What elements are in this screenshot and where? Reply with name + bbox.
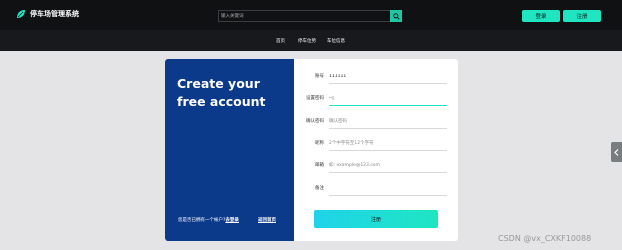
already-text: 您是否已拥有一个帐户? <box>178 218 226 223</box>
nav-item-spot-info[interactable]: 车位信息 <box>327 38 345 44</box>
form-row-password: 设置密码 <box>294 88 458 110</box>
register-card: Create your free account 您是否已拥有一个帐户?去登录 … <box>165 59 458 241</box>
nickname-input[interactable] <box>329 136 447 151</box>
headline: Create your free account <box>177 76 266 109</box>
remark-label: 备注 <box>315 186 324 191</box>
card-left-panel: Create your free account 您是否已拥有一个帐户?去登录 … <box>165 59 294 241</box>
login-button[interactable]: 登录 <box>522 10 560 22</box>
login-link[interactable]: 去登录 <box>225 218 239 223</box>
search-input[interactable] <box>221 12 389 21</box>
password-label: 设置密码 <box>306 96 324 101</box>
nav-bar: 首页 停车位势 车位信息 <box>0 30 622 51</box>
nickname-label: 昵称 <box>315 141 324 146</box>
form-row-account: 账号 <box>294 66 458 88</box>
side-collapse-tab[interactable] <box>611 142 622 162</box>
chevron-left-icon <box>614 148 619 156</box>
password-input[interactable] <box>329 91 447 106</box>
leaf-icon <box>17 10 25 18</box>
form-row-email: 邮箱 <box>294 155 458 177</box>
back-home-link[interactable]: 返回首页 <box>258 217 276 223</box>
nav-item-home[interactable]: 首页 <box>276 38 285 44</box>
account-label: 账号 <box>315 74 324 79</box>
watermark: CSDN @vx_CXKF10088 <box>498 234 592 243</box>
nav-item-parking[interactable]: 停车位势 <box>298 38 316 44</box>
account-input[interactable] <box>329 69 447 84</box>
register-button[interactable]: 注册 <box>563 10 601 22</box>
search-icon <box>392 12 400 20</box>
form-row-remark: 备注 <box>294 178 458 200</box>
remark-input[interactable] <box>329 181 447 196</box>
logo[interactable]: 停车场管理系统 <box>16 9 79 19</box>
submit-register-button[interactable]: 注册 <box>314 210 438 228</box>
confirm-password-input[interactable] <box>329 114 447 129</box>
confirm-password-label: 确认密码 <box>306 119 324 124</box>
search-box <box>218 10 402 22</box>
search-button[interactable] <box>390 10 402 22</box>
login-hint: 您是否已拥有一个帐户?去登录 <box>178 217 239 223</box>
email-input[interactable] <box>329 158 447 173</box>
email-label: 邮箱 <box>315 163 324 168</box>
form-row-nickname: 昵称 <box>294 133 458 155</box>
top-bar: 停车场管理系统 登录 注册 <box>0 0 622 30</box>
logo-text: 停车场管理系统 <box>30 10 79 18</box>
form-row-confirm-password: 确认密码 <box>294 111 458 133</box>
